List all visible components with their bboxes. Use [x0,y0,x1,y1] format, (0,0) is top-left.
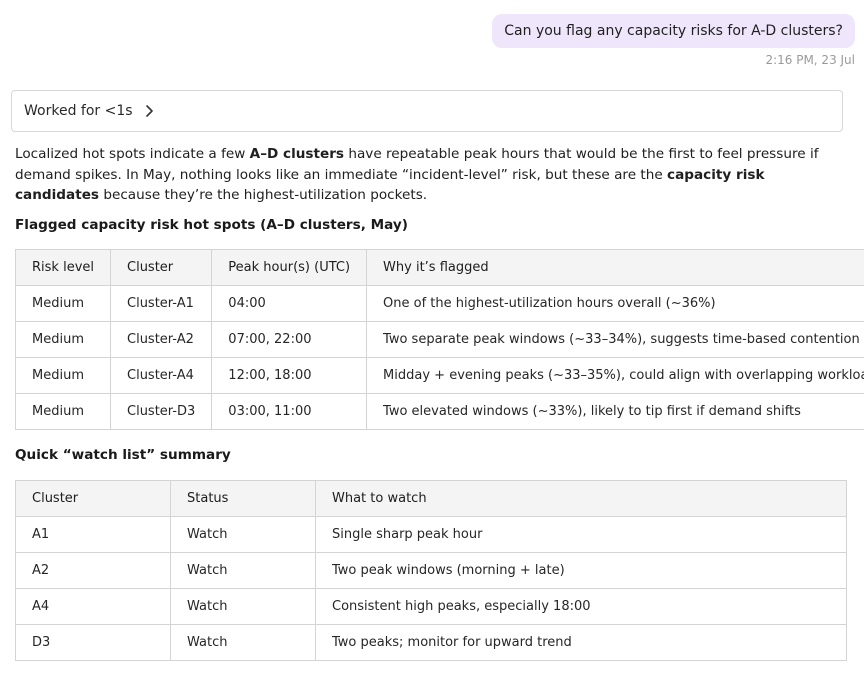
table-row: A1 Watch Single sharp peak hour [15,516,847,553]
table-row: A2 Watch Two peak windows (morning + lat… [15,552,847,589]
worked-for-label: Worked for <1s [24,103,133,119]
worked-for-toggle[interactable]: Worked for <1s [11,90,843,132]
hotspots-table: Risk level Cluster Peak hour(s) (UTC) Wh… [15,249,864,430]
user-message-text: Can you flag any capacity risks for A-D … [504,23,843,39]
table-cell: Medium [15,357,111,394]
table-cell: 04:00 [211,285,368,322]
column-header: Why it’s flagged [366,249,864,286]
table-cell: One of the highest-utilization hours ove… [366,285,864,322]
column-header: Peak hour(s) (UTC) [211,249,368,286]
table-cell: Medium [15,321,111,358]
table-cell: Watch [170,624,316,661]
table-row: D3 Watch Two peaks; monitor for upward t… [15,624,847,661]
table-cell: Watch [170,516,316,553]
watchlist-table-title: Quick “watch list” summary [15,447,231,463]
column-header: What to watch [315,480,847,517]
table-row: Medium Cluster-D3 03:00, 11:00 Two eleva… [15,393,864,430]
table-cell: 12:00, 18:00 [211,357,368,394]
intro-bold-clusters: A–D clusters [249,146,345,162]
column-header: Cluster [15,480,171,517]
table-cell: A4 [15,588,171,625]
table-cell: Medium [15,285,111,322]
table-cell: Watch [170,588,316,625]
response-intro-paragraph: Localized hot spots indicate a few A–D c… [15,144,845,206]
message-timestamp: 2:16 PM, 23 Jul [765,53,855,67]
table-cell: Single sharp peak hour [315,516,847,553]
table-cell: A2 [15,552,171,589]
hotspots-table-title: Flagged capacity risk hot spots (A–D clu… [15,217,408,233]
user-message-bubble: Can you flag any capacity risks for A-D … [492,14,855,48]
table-row: A4 Watch Consistent high peaks, especial… [15,588,847,625]
intro-text: Localized hot spots indicate a few [15,146,250,162]
table-cell: Cluster-A4 [109,357,213,394]
table-cell: Medium [15,393,111,430]
table-row: Medium Cluster-A4 12:00, 18:00 Midday + … [15,357,864,394]
column-header: Risk level [15,249,111,286]
table-header-row: Cluster Status What to watch [15,480,847,517]
table-row: Medium Cluster-A2 07:00, 22:00 Two separ… [15,321,864,358]
table-cell: Cluster-A2 [109,321,213,358]
table-cell: 07:00, 22:00 [211,321,368,358]
table-cell: Cluster-D3 [109,393,213,430]
table-cell: 03:00, 11:00 [211,393,368,430]
watchlist-table: Cluster Status What to watch A1 Watch Si… [15,480,847,661]
table-cell: D3 [15,624,171,661]
column-header: Status [170,480,316,517]
table-cell: A1 [15,516,171,553]
table-header-row: Risk level Cluster Peak hour(s) (UTC) Wh… [15,249,864,286]
table-cell: Two elevated windows (~33%), likely to t… [366,393,864,430]
table-cell: Two separate peak windows (~33–34%), sug… [366,321,864,358]
table-cell: Consistent high peaks, especially 18:00 [315,588,847,625]
table-cell: Two peak windows (morning + late) [315,552,847,589]
table-cell: Two peaks; monitor for upward trend [315,624,847,661]
chevron-right-icon [145,105,153,117]
column-header: Cluster [109,249,213,286]
table-cell: Midday + evening peaks (~33–35%), could … [366,357,864,394]
table-row: Medium Cluster-A1 04:00 One of the highe… [15,285,864,322]
intro-text: because they’re the highest-utilization … [99,187,428,203]
table-cell: Watch [170,552,316,589]
table-cell: Cluster-A1 [109,285,213,322]
